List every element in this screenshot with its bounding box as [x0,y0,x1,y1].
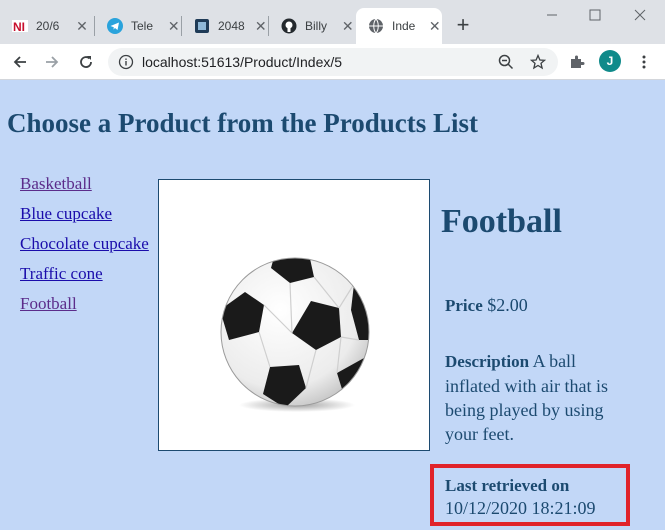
svg-text:NI: NI [13,20,25,34]
product-list-nav: Basketball Blue cupcake Chocolate cupcak… [20,173,150,323]
tab-title: Billy [305,19,328,33]
puzzle-icon [571,55,585,68]
extensions-button[interactable] [563,48,591,76]
tab-title: Inde [392,19,416,33]
tab-3[interactable]: 2048 ✕ [182,8,268,44]
tab-bar: NI 20/6 ✕ Tele ✕ 2048 ✕ Billy ✕ Inde ✕ + [0,0,665,44]
page-title: Choose a Product from the Products List [7,108,478,138]
close-tab-icon[interactable]: ✕ [253,18,268,35]
globe-icon [368,18,384,34]
profile-avatar[interactable]: J [599,50,621,72]
close-tab-icon[interactable]: ✕ [427,18,442,35]
close-tab-icon[interactable]: ✕ [340,18,355,35]
product-link-chocolate-cupcake[interactable]: Chocolate cupcake [20,233,150,254]
tab-4[interactable]: Billy ✕ [269,8,355,44]
product-link-blue-cupcake[interactable]: Blue cupcake [20,203,150,224]
star-icon [530,54,546,70]
last-retrieved-label: Last retrieved on [445,476,570,495]
maximize-icon [589,9,601,21]
close-window-button[interactable] [617,4,663,26]
tab-2[interactable]: Tele ✕ [95,8,181,44]
browser-toolbar: localhost:51613/Product/Index/5 [0,44,665,80]
url-text[interactable]: localhost:51613/Product/Index/5 [142,54,342,70]
product-price: Price $2.00 [445,295,528,316]
close-tab-icon[interactable]: ✕ [166,18,181,35]
reload-icon [80,56,92,68]
app-icon [194,18,210,34]
product-link-football[interactable]: Football [20,293,150,314]
new-tab-button[interactable]: + [452,14,474,36]
close-tab-icon[interactable]: ✕ [74,18,90,35]
description-label: Description [445,352,530,371]
tab-title: 20/6 [36,19,60,33]
reload-button[interactable] [72,48,100,76]
product-description: Description A ball inflated with air tha… [445,349,635,446]
product-image [158,179,430,451]
arrow-left-icon [13,56,26,68]
last-retrieved-timestamp: 10/12/2020 18:21:09 [445,498,596,518]
info-icon[interactable] [118,54,134,70]
ni-logo-icon: NI [12,18,28,34]
bookmark-button[interactable] [524,48,552,76]
maximize-button[interactable] [572,4,618,26]
github-icon [281,18,297,34]
address-bar[interactable]: localhost:51613/Product/Index/5 [108,48,558,76]
price-value: $2.00 [487,295,528,315]
tab-title: 2048 [218,19,245,33]
tab-5-active[interactable]: Inde ✕ [356,8,442,44]
telegram-icon [107,18,123,34]
minimize-button[interactable] [529,4,575,26]
menu-button[interactable] [630,48,658,76]
product-name: Football [441,203,562,240]
minimize-icon [547,14,557,16]
tab-title: Tele [131,19,154,33]
back-button[interactable] [6,48,34,76]
zoom-button[interactable] [492,48,520,76]
price-label: Price [445,296,483,315]
zoom-out-icon [498,54,514,70]
close-icon [634,9,646,21]
product-link-basketball[interactable]: Basketball [20,173,150,194]
soccer-ball-image [220,257,370,412]
more-vert-icon [642,55,646,69]
forward-button[interactable] [38,48,66,76]
tab-1[interactable]: NI 20/6 ✕ [0,8,94,44]
last-retrieved-highlight: Last retrieved on 10/12/2020 18:21:09 [430,464,630,526]
product-link-traffic-cone[interactable]: Traffic cone [20,263,150,284]
arrow-right-icon [46,56,59,68]
